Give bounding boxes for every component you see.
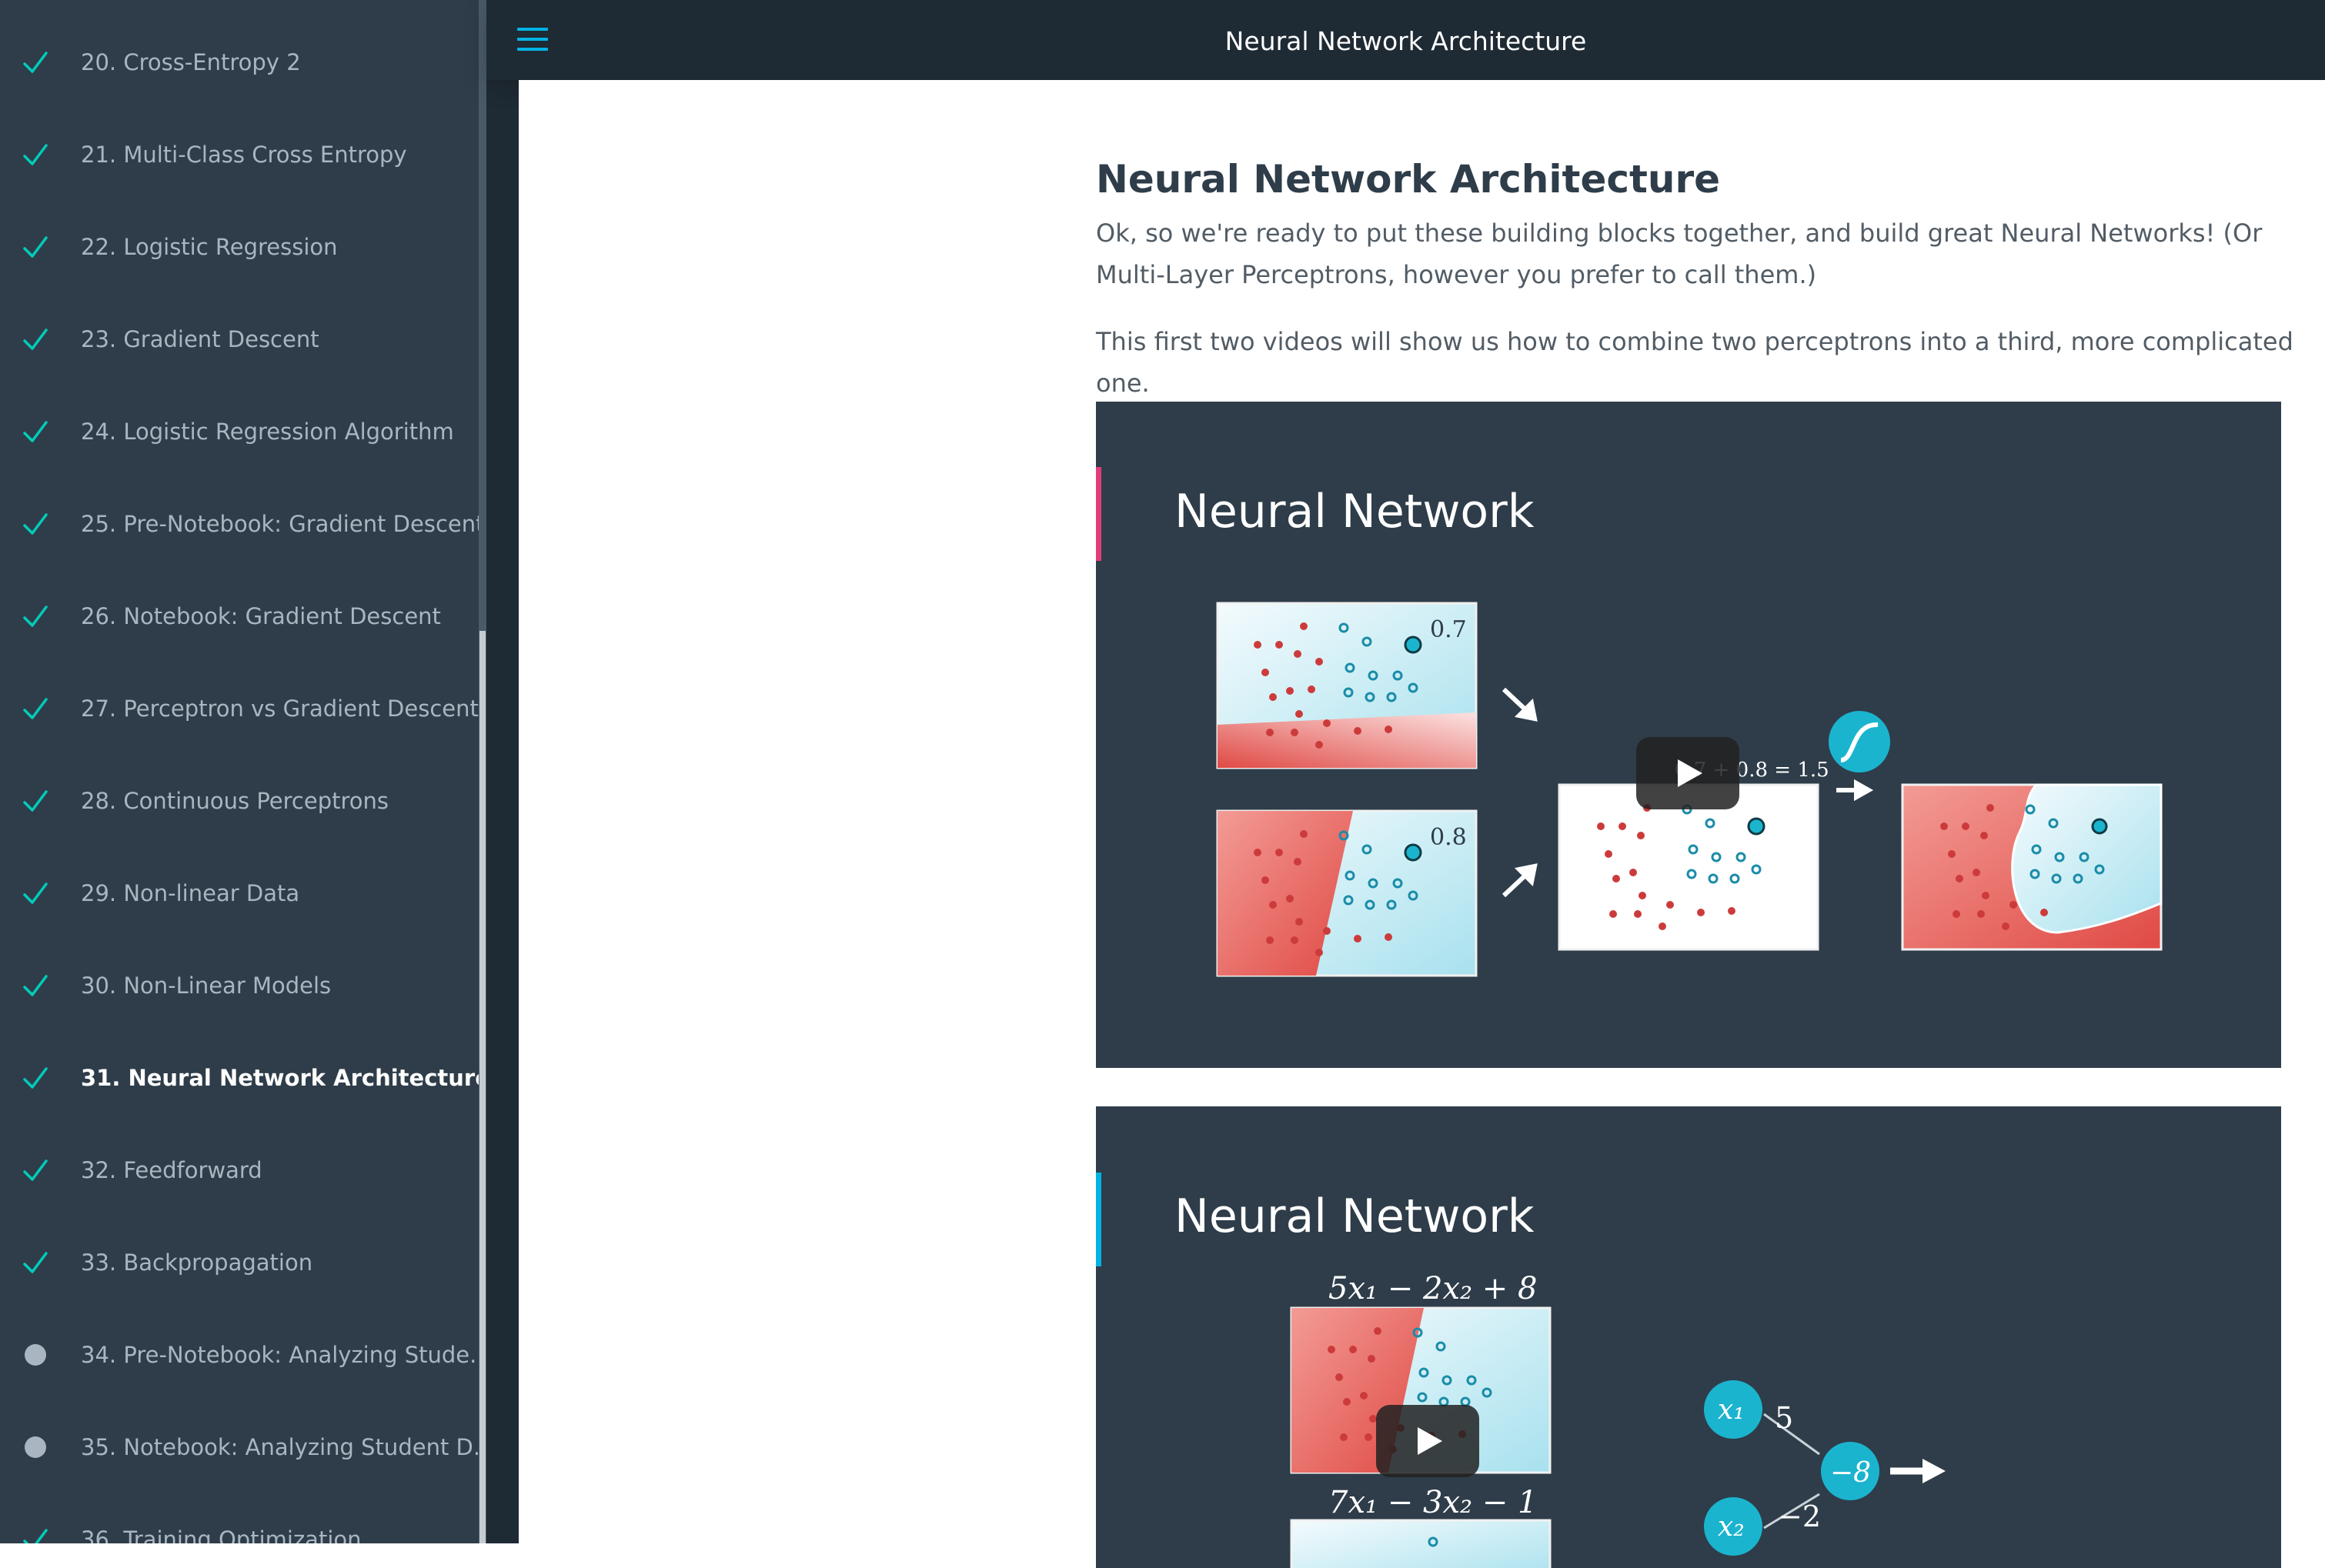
sidebar-item-label: 24. Logistic Regression Algorithm [81, 419, 454, 445]
checkmark-icon [20, 970, 51, 1001]
output-plot [1901, 783, 2163, 951]
video-player-2[interactable]: Neural Network 5x₁ − 2x₂ + 8 7x₁ − 3x₂ −… [1096, 1106, 2281, 1568]
sidebar-item[interactable]: 27. Perceptron vs Gradient Descent [0, 662, 479, 755]
network-diagram: x₁ x₂ −8 5 −2 [1704, 1380, 1946, 1556]
svg-text:−2: −2 [1778, 1500, 1821, 1533]
sidebar-item-label: 20. Cross-Entropy 2 [81, 49, 301, 75]
checkmark-icon [20, 232, 51, 262]
video-slide-graphic: 0.7 0.8 0.7 + 0.8 = 1.5 [1216, 602, 2163, 977]
sidebar-item-label: 21. Multi-Class Cross Entropy [81, 142, 407, 168]
sidebar-item-label: 28. Continuous Perceptrons [81, 788, 389, 814]
sidebar-item[interactable]: 20. Cross-Entropy 2 [0, 16, 479, 108]
intro-paragraph: Ok, so we're ready to put these building… [1096, 219, 2263, 289]
video-player-1[interactable]: Neural Network 0.7 0.8 0.7 + 0.8 = 1.5 [1096, 402, 2281, 1068]
perceptron-plot-top: 0.7 [1216, 602, 1478, 769]
sidebar-item[interactable]: 22. Logistic Regression [0, 201, 479, 293]
perceptron-plot-bottom: 0.8 [1216, 809, 1478, 977]
checkmark-icon [20, 1247, 51, 1278]
sigmoid-icon [1829, 711, 1890, 772]
sidebar-item-label: 23. Gradient Descent [81, 326, 319, 352]
sidebar-item[interactable]: 31. Neural Network Architecture [0, 1032, 479, 1124]
sidebar-item-label: 26. Notebook: Gradient Descent [81, 603, 441, 629]
sidebar-item-label: 36. Training Optimization [81, 1526, 362, 1543]
dot-icon [20, 1432, 51, 1463]
sidebar: 20. Cross-Entropy 2 21. Multi-Class Cross… [0, 0, 479, 1543]
probability-label-bottom: 0.8 [1430, 824, 1467, 851]
main-content: Neural Network Architecture Ok, so we're… [519, 80, 2325, 1568]
sidebar-item[interactable]: 36. Training Optimization [0, 1493, 479, 1543]
play-button[interactable] [1376, 1405, 1479, 1477]
sidebar-item[interactable]: 21. Multi-Class Cross Entropy [0, 108, 479, 201]
checkmark-icon [20, 324, 51, 355]
play-icon [1418, 1427, 1442, 1455]
page-title: Neural Network Architecture [1096, 157, 1721, 202]
svg-text:−8: −8 [1830, 1457, 1871, 1489]
equation-label-2: 7x₁ − 3x₂ − 1 [1328, 1485, 1537, 1520]
sidebar-item-label: 33. Backpropagation [81, 1249, 313, 1276]
svg-text:5: 5 [1775, 1401, 1793, 1435]
checkmark-icon [20, 601, 51, 632]
sidebar-item[interactable]: 25. Pre-Notebook: Gradient Descent [0, 478, 479, 570]
sidebar-item[interactable]: 24. Logistic Regression Algorithm [0, 385, 479, 478]
checkmark-icon [20, 509, 51, 539]
sidebar-item-label: 25. Pre-Notebook: Gradient Descent [81, 511, 479, 537]
sidebar-item-label: 30. Non-Linear Models [81, 972, 332, 999]
dot-icon [20, 1339, 51, 1370]
sidebar-item[interactable]: 23. Gradient Descent [0, 293, 479, 385]
checkmark-icon [20, 878, 51, 909]
probability-label-top: 0.7 [1430, 616, 1467, 643]
video-slide-graphic: 5x₁ − 2x₂ + 8 7x₁ − 3x₂ − 1 x₁ x₂ −8 5 −… [1290, 1271, 1946, 1568]
svg-text:x₁: x₁ [1718, 1394, 1745, 1426]
svg-text:x₂: x₂ [1718, 1511, 1745, 1543]
checkmark-icon [20, 47, 51, 78]
top-bar: Neural Network Architecture [486, 0, 2325, 80]
sidebar-item[interactable]: 34. Pre-Notebook: Analyzing Stude... [0, 1309, 479, 1401]
sidebar-item[interactable]: 35. Notebook: Analyzing Student D... [0, 1401, 479, 1493]
play-button[interactable] [1636, 737, 1739, 809]
sidebar-item[interactable]: 30. Non-Linear Models [0, 939, 479, 1032]
checkmark-icon [20, 139, 51, 170]
checkmark-icon [20, 416, 51, 447]
sidebar-divider [486, 0, 519, 1543]
perceptron-plot-2 [1290, 1519, 1552, 1568]
checkmark-icon [20, 693, 51, 724]
equation-label-1: 5x₁ − 2x₂ + 8 [1328, 1271, 1537, 1306]
sidebar-scrollbar-thumb[interactable] [479, 631, 486, 1543]
sidebar-item[interactable]: 32. Feedforward [0, 1124, 479, 1216]
checkmark-icon [20, 1524, 51, 1543]
play-icon [1678, 759, 1702, 787]
description-paragraph: This first two videos will show us how t… [1096, 327, 2293, 398]
sidebar-item-label: 31. Neural Network Architecture [81, 1065, 479, 1091]
sidebar-item[interactable]: 33. Backpropagation [0, 1216, 479, 1309]
sidebar-item-label: 27. Perceptron vs Gradient Descent [81, 696, 479, 722]
checkmark-icon [20, 1063, 51, 1093]
sidebar-item[interactable]: 29. Non-linear Data [0, 847, 479, 939]
arrow-icon [1922, 1459, 1946, 1483]
sidebar-item-label: 34. Pre-Notebook: Analyzing Stude... [81, 1342, 479, 1368]
sidebar-item-label: 22. Logistic Regression [81, 234, 338, 260]
sidebar-item[interactable]: 28. Continuous Perceptrons [0, 755, 479, 847]
sidebar-item-label: 35. Notebook: Analyzing Student D... [81, 1434, 479, 1460]
header-title: Neural Network Architecture [1224, 26, 1587, 56]
sidebar-item-label: 32. Feedforward [81, 1157, 262, 1183]
sidebar-item[interactable]: 26. Notebook: Gradient Descent [0, 570, 479, 662]
checkmark-icon [20, 1155, 51, 1186]
sidebar-item-label: 29. Non-linear Data [81, 880, 300, 906]
checkmark-icon [20, 786, 51, 816]
